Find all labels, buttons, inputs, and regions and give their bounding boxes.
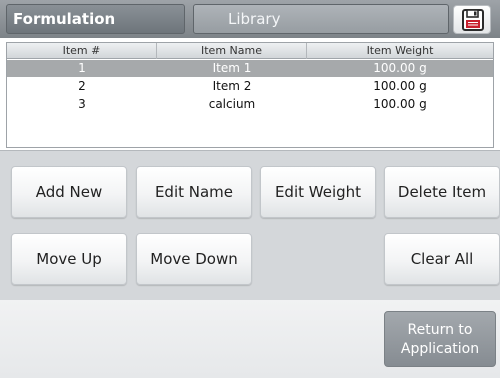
row-item-name: Item 2 bbox=[212, 79, 252, 93]
header-item-name: Item Name bbox=[157, 43, 307, 59]
row-item-weight: 100.00 g bbox=[373, 79, 427, 93]
clear-all-button[interactable]: Clear All bbox=[384, 233, 500, 285]
delete-item-button[interactable]: Delete Item bbox=[384, 166, 500, 218]
row-item-weight: 100.00 g bbox=[373, 97, 427, 111]
row-item-weight: 100.00 g bbox=[373, 61, 427, 75]
add-new-button[interactable]: Add New bbox=[11, 166, 127, 218]
top-bar: Formulation Library bbox=[0, 0, 500, 38]
table-header: Item # Item Name Item Weight bbox=[7, 43, 493, 59]
return-to-application-button[interactable]: Return to Application bbox=[384, 311, 496, 367]
tab-formulation[interactable]: Formulation bbox=[6, 4, 185, 34]
bottom-bar: Return to Application bbox=[0, 300, 500, 378]
move-up-button[interactable]: Move Up bbox=[11, 233, 127, 285]
return-label-line2: Application bbox=[400, 341, 480, 357]
header-item-number: Item # bbox=[7, 43, 157, 59]
row-item-name: calcium bbox=[208, 97, 256, 111]
row-item-number: 3 bbox=[78, 97, 86, 111]
table-row[interactable]: 3 calcium 100.00 g bbox=[7, 96, 493, 113]
table-row[interactable]: 1 Item 1 100.00 g bbox=[7, 60, 493, 77]
row-item-name: Item 1 bbox=[212, 61, 252, 75]
row-item-number: 1 bbox=[78, 61, 86, 75]
items-table: Item # Item Name Item Weight 1 Item 1 10… bbox=[6, 42, 494, 148]
edit-weight-button[interactable]: Edit Weight bbox=[260, 166, 376, 218]
action-panel: Add New Edit Name Edit Weight Delete Ite… bbox=[0, 150, 500, 300]
items-table-area: Item # Item Name Item Weight 1 Item 1 10… bbox=[0, 38, 500, 150]
table-row[interactable]: 2 Item 2 100.00 g bbox=[7, 78, 493, 95]
header-item-weight: Item Weight bbox=[366, 44, 434, 57]
row-item-number: 2 bbox=[78, 79, 86, 93]
tab-library[interactable]: Library bbox=[193, 4, 449, 34]
move-down-button[interactable]: Move Down bbox=[136, 233, 252, 285]
floppy-disk-icon bbox=[462, 9, 484, 31]
save-button[interactable] bbox=[453, 5, 491, 34]
edit-name-button[interactable]: Edit Name bbox=[136, 166, 252, 218]
return-label-line1: Return to bbox=[407, 322, 473, 338]
